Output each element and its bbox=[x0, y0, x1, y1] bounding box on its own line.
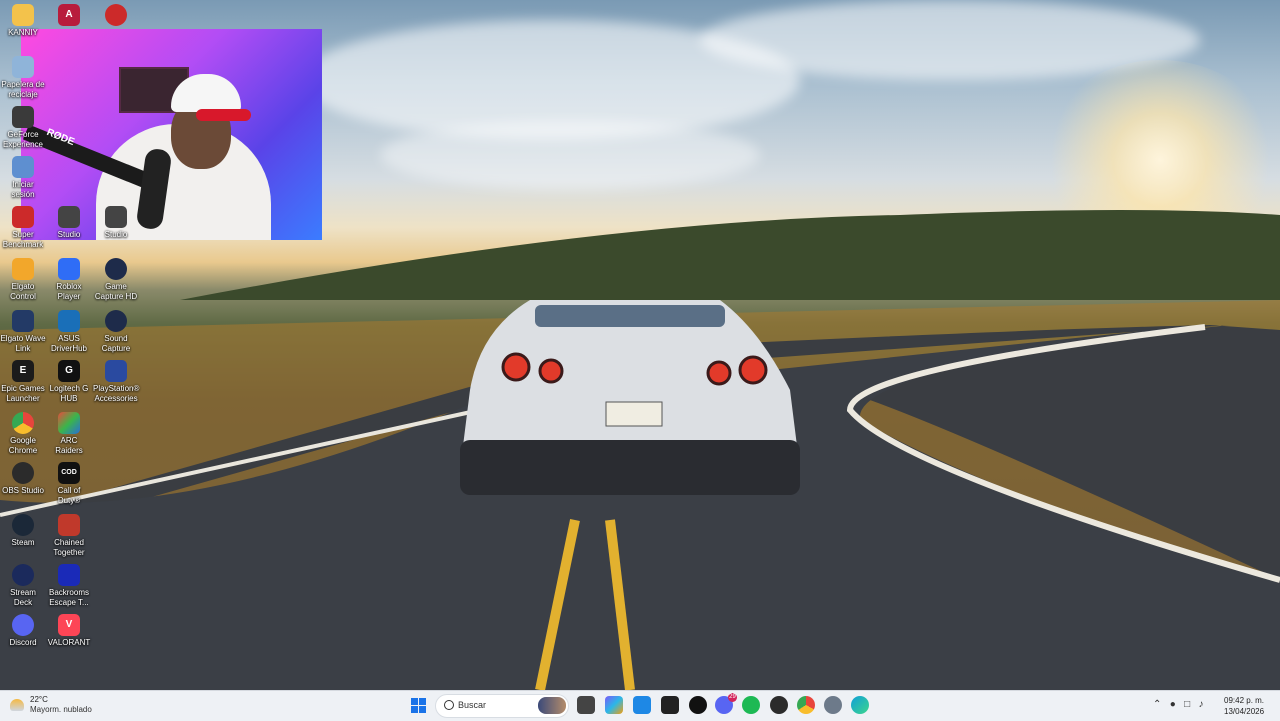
weather-widget[interactable]: 22°C Mayorm. nublado bbox=[10, 695, 92, 715]
desktop-icon-login[interactable]: Iniciar sesión bbox=[0, 156, 46, 200]
clock-time: 09:42 p. m. bbox=[1224, 696, 1265, 705]
elgato-icon bbox=[12, 258, 34, 280]
start-button[interactable] bbox=[411, 698, 426, 713]
car bbox=[460, 300, 800, 495]
desktop-icon-recycle-bin[interactable]: Papelera de reciclaje bbox=[0, 56, 46, 100]
desktop-icon-studio-2[interactable]: Studio bbox=[93, 206, 139, 240]
desktop-icon-studio-1[interactable]: Studio bbox=[46, 206, 92, 240]
desktop-icon-arc-raiders[interactable]: ARC Raiders bbox=[46, 412, 92, 456]
desktop-icon-sound-capture[interactable]: Sound Capture bbox=[93, 310, 139, 354]
desktop-icon-top-red[interactable] bbox=[93, 4, 139, 28]
valorant-icon: V bbox=[58, 614, 80, 636]
taskbar: 22°C Mayorm. nublado Buscar 29 ⌃ ● □ ♪ 0… bbox=[0, 690, 1280, 721]
desktop-icon-elgato-control[interactable]: Elgato Control bbox=[0, 258, 46, 302]
desktop-icon-call-of-duty[interactable]: COD Call of Duty® bbox=[46, 462, 92, 506]
chrome-icon bbox=[12, 412, 34, 434]
windows-logo-tile bbox=[411, 698, 418, 705]
volume-icon[interactable]: ♪ bbox=[1199, 699, 1204, 710]
copilot-icon[interactable] bbox=[605, 696, 623, 714]
discord-taskbar-icon[interactable]: 29 bbox=[715, 693, 737, 714]
windows-logo-tile bbox=[411, 706, 418, 713]
playstation-icon bbox=[105, 360, 127, 382]
network-icon[interactable]: □ bbox=[1184, 699, 1190, 710]
spotify-icon[interactable] bbox=[742, 696, 760, 714]
desktop-icon-logitech[interactable]: G Logitech G HUB bbox=[46, 360, 92, 404]
search-highlight-thumbnail bbox=[538, 697, 566, 714]
studio-icon bbox=[105, 206, 127, 228]
system-tray[interactable]: ⌃ ● □ ♪ bbox=[1153, 699, 1204, 710]
desktop-icon-geforce[interactable]: GeForce Experience bbox=[0, 106, 46, 150]
weather-temperature: 22°C bbox=[30, 695, 48, 704]
terminal-icon[interactable] bbox=[661, 696, 679, 714]
stream-deck-icon bbox=[12, 564, 34, 586]
nvidia-icon bbox=[12, 106, 34, 128]
desktop-icon-stream-deck[interactable]: Stream Deck bbox=[0, 564, 46, 608]
arc-raiders-icon bbox=[58, 412, 80, 434]
game-capture-icon bbox=[105, 258, 127, 280]
benchmark-icon bbox=[12, 206, 34, 228]
app-icon bbox=[105, 4, 127, 26]
desktop-icon-wave-link[interactable]: Elgato Wave Link bbox=[0, 310, 46, 354]
wave-link-icon bbox=[12, 310, 34, 332]
desktop-icon-epic-games[interactable]: E Epic Games Launcher bbox=[0, 360, 46, 404]
cap-brim bbox=[196, 109, 251, 121]
chevron-up-icon[interactable]: ⌃ bbox=[1153, 699, 1161, 710]
task-view-icon[interactable] bbox=[577, 696, 595, 714]
windows-logo-tile bbox=[419, 698, 426, 705]
desktop-icon-playstation[interactable]: PlayStation® Accessories bbox=[93, 360, 139, 404]
logitech-icon: G bbox=[58, 360, 80, 382]
search-placeholder: Buscar bbox=[458, 700, 487, 710]
cod-icon: COD bbox=[58, 462, 80, 484]
shortcut-icon bbox=[12, 156, 34, 178]
clock[interactable]: 09:42 p. m. 13/04/2026 bbox=[1224, 695, 1264, 717]
desktop-icon-benchmark[interactable]: Super Benchmark bbox=[0, 206, 46, 250]
weather-description: Mayorm. nublado bbox=[30, 705, 92, 714]
app-icon: A bbox=[58, 4, 80, 26]
asus-icon bbox=[58, 310, 80, 332]
chrome-taskbar-icon[interactable] bbox=[797, 696, 815, 714]
store-icon[interactable] bbox=[633, 696, 651, 714]
desktop-icon-obs[interactable]: OBS Studio bbox=[0, 462, 46, 496]
edge-icon[interactable] bbox=[851, 696, 869, 714]
sound-capture-icon bbox=[105, 310, 127, 332]
recycle-bin-icon bbox=[12, 56, 34, 78]
epic-games-icon: E bbox=[12, 360, 34, 382]
logitech-taskbar-icon[interactable] bbox=[689, 696, 707, 714]
weather-icon bbox=[10, 699, 24, 711]
obs-icon bbox=[12, 462, 34, 484]
desktop-icon-game-capture[interactable]: Game Capture HD bbox=[93, 258, 139, 302]
desktop-icon-valorant[interactable]: V VALORANT bbox=[46, 614, 92, 648]
desktop-icon-discord[interactable]: Discord bbox=[0, 614, 46, 648]
discord-icon bbox=[12, 614, 34, 636]
desktop-icon-roblox[interactable]: Roblox Player bbox=[46, 258, 92, 302]
folder-icon bbox=[12, 4, 34, 26]
settings-icon[interactable] bbox=[824, 696, 842, 714]
taskbar-search[interactable]: Buscar bbox=[435, 694, 569, 718]
mic-icon[interactable]: ● bbox=[1170, 699, 1176, 710]
chained-together-icon bbox=[58, 514, 80, 536]
desktop-icon-backrooms[interactable]: Backrooms Escape T... bbox=[46, 564, 92, 608]
windows-logo-tile bbox=[419, 706, 426, 713]
steam-icon bbox=[12, 514, 34, 536]
desktop-icon-kanniy[interactable]: KANNIY bbox=[0, 4, 46, 38]
desktop-icon-steam[interactable]: Steam bbox=[0, 514, 46, 548]
roblox-icon bbox=[58, 258, 80, 280]
studio-icon bbox=[58, 206, 80, 228]
backrooms-icon bbox=[58, 564, 80, 586]
discord-notification-badge: 29 bbox=[728, 693, 737, 702]
search-icon bbox=[444, 700, 454, 710]
clock-date: 13/04/2026 bbox=[1224, 707, 1265, 716]
desktop-icon-chrome[interactable]: Google Chrome bbox=[0, 412, 46, 456]
obs-taskbar-icon[interactable] bbox=[770, 696, 788, 714]
desktop-icon-asus[interactable]: ASUS DriverHub bbox=[46, 310, 92, 354]
desktop-icon-chained-together[interactable]: Chained Together bbox=[46, 514, 92, 558]
desktop-icon-top-a[interactable]: A bbox=[46, 4, 92, 28]
